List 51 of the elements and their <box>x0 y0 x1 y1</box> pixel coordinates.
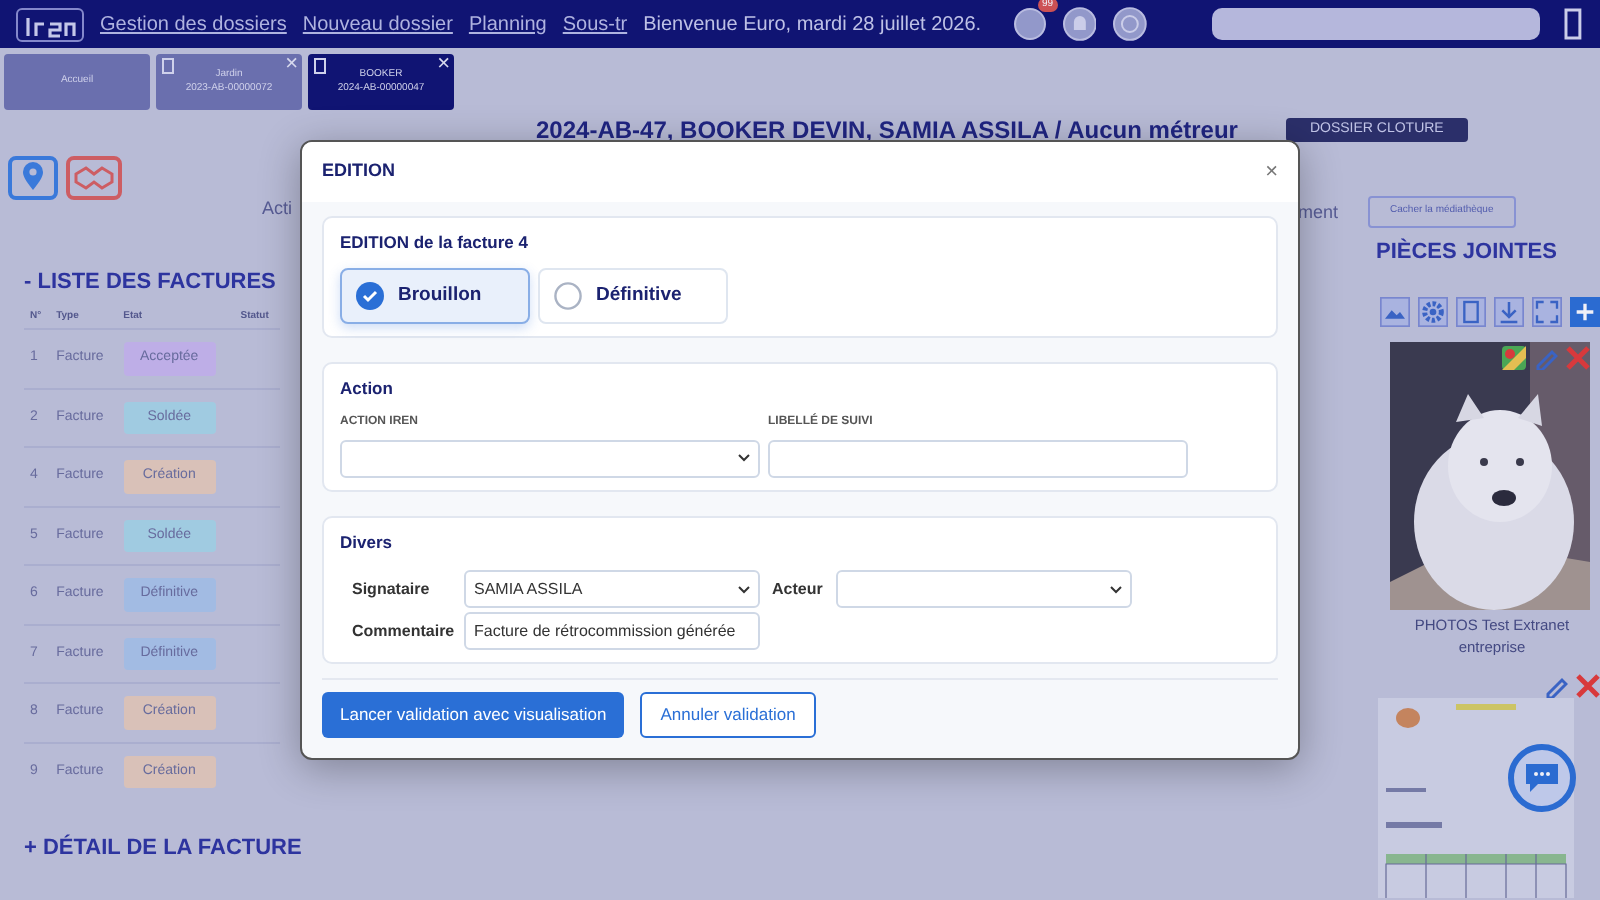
expand-icon[interactable] <box>1532 293 1562 329</box>
location-pin-icon[interactable] <box>8 156 58 200</box>
chat-icon <box>1524 762 1560 794</box>
card-title: Divers <box>340 529 394 555</box>
file-icon <box>162 58 174 74</box>
nav-link[interactable]: Sous-tr <box>562 9 628 39</box>
field-label: Acteur <box>770 577 825 602</box>
select-field[interactable] <box>836 570 1132 609</box>
cancel-button[interactable]: Annuler validation <box>640 692 816 738</box>
action-label: Acti <box>262 196 293 222</box>
close-button[interactable]: × <box>1265 155 1278 189</box>
logo[interactable] <box>16 7 84 41</box>
section-title[interactable]: + DÉTAIL DE LA FACTURE <box>24 832 302 865</box>
field-label: Signataire <box>350 577 432 602</box>
edit-icon[interactable] <box>1544 674 1568 698</box>
input-field[interactable] <box>768 439 1188 477</box>
card-title: EDITION de la facture 4 <box>340 230 530 256</box>
input-field[interactable]: Facture de rétrocommission générée <box>464 612 760 651</box>
section-title: PIÈCES JOINTES <box>1376 236 1559 268</box>
download-icon[interactable] <box>1494 293 1524 329</box>
dossier-title: 2024-AB-47, BOOKER DEVIN, SAMIA ASSILA / Aucun métreur <box>536 114 1238 148</box>
modal-title: EDITION <box>322 158 396 185</box>
settings-icon[interactable] <box>1418 293 1448 329</box>
logout-icon[interactable] <box>1564 8 1584 40</box>
alert-icon[interactable] <box>1013 8 1046 40</box>
radio-icon <box>554 281 582 310</box>
select-field[interactable] <box>340 439 760 477</box>
nav-link[interactable]: Planning <box>468 9 547 39</box>
select-field[interactable]: SAMIA ASSILA <box>464 570 760 609</box>
plus-icon[interactable] <box>1570 293 1600 329</box>
chevron-icon <box>738 585 750 594</box>
validate-button[interactable]: Lancer validation avec visualisation <box>322 692 625 738</box>
checked-radio-icon <box>356 281 384 310</box>
search-field[interactable] <box>1212 8 1541 40</box>
image-icon[interactable] <box>1380 293 1410 329</box>
nav-link[interactable]: Nouveau dossier <box>302 9 453 39</box>
map-icon[interactable] <box>1502 345 1526 369</box>
welcome-text: Bienvenue Euro, mardi 28 juillet 2026. <box>643 11 982 39</box>
file-icon <box>314 58 326 74</box>
radio-option[interactable]: Définitive <box>538 267 728 324</box>
field-label: Commentaire <box>350 619 457 644</box>
nav-link[interactable]: Gestion des dossiers <box>100 9 287 39</box>
delete-icon[interactable] <box>1576 674 1600 698</box>
chevron-icon <box>738 454 750 462</box>
card-title: Action <box>340 375 395 401</box>
section-title[interactable]: - LISTE DES FACTURES <box>24 266 276 299</box>
chevron-icon <box>1110 585 1122 594</box>
close-icon[interactable]: × <box>437 54 450 76</box>
document-icon[interactable] <box>1456 293 1486 329</box>
radio-option[interactable]: Brouillon <box>340 267 530 324</box>
bell-icon[interactable] <box>1061 6 1097 42</box>
